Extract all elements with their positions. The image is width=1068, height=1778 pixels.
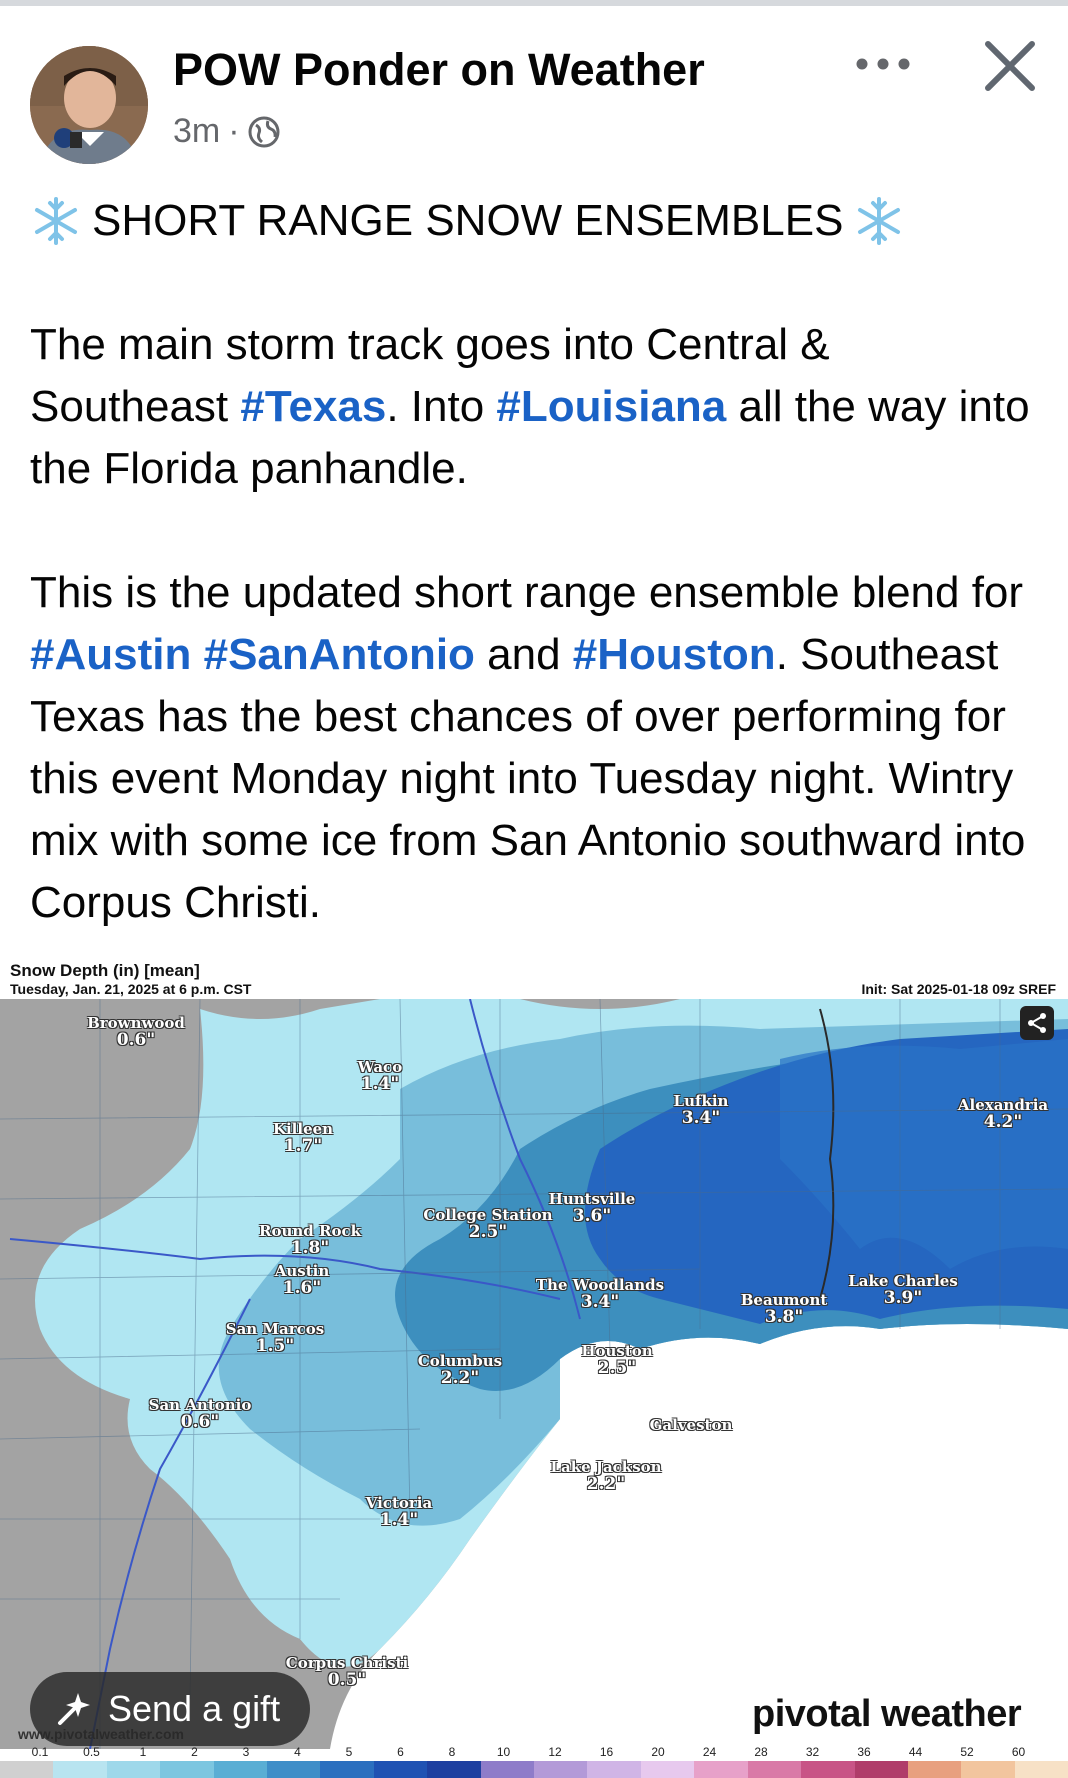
legend-swatch [160,1761,214,1778]
legend-swatch [373,1761,428,1778]
city-label: Houston 2.5" [581,1342,653,1378]
send-gift-label: Send a gift [108,1688,281,1729]
post-paragraph-1: The main storm track goes into Central &… [30,320,1030,493]
legend-swatch [427,1761,481,1778]
legend-tick: 44 [908,1745,923,1759]
legend-tick: 24 [702,1745,717,1759]
city-label: Huntsville 3.6" [548,1190,636,1226]
legend-swatch [907,1761,962,1778]
snowflake-icon [858,197,901,245]
legend-swatch [0,1761,54,1778]
legend-swatch [961,1761,1015,1778]
city-label: The Woodlands 3.4" [535,1276,665,1312]
map-init: Init: Sat 2025-01-18 09z SREF [861,981,1056,997]
close-icon [985,41,1035,91]
gift-sparkle-icon [58,1693,90,1725]
hashtag-texas[interactable]: #Texas [240,382,386,431]
legend-tick: 4 [294,1745,301,1759]
meta-separator: · [228,112,240,150]
legend-tick: 32 [805,1745,820,1759]
city-label: Columbus 2.2" [417,1352,503,1388]
legend-swatch [640,1761,695,1778]
hashtag-houston[interactable]: #Houston [573,630,776,679]
post-body: SHORT RANGE SNOW ENSEMBLES The main stor… [30,190,1040,934]
post-meta: 3m · [173,112,280,151]
city-label: Waco 1.4" [357,1058,403,1094]
share-button[interactable] [1020,1006,1054,1040]
legend-swatch [320,1761,374,1778]
city-label: Killeen 1.7" [272,1120,334,1156]
legend-tick: 60 [1011,1745,1026,1759]
send-gift-button[interactable]: Send a gift [30,1672,310,1746]
legend-tick: 16 [599,1745,614,1759]
legend-tick: 5 [345,1745,353,1759]
legend-tick: 1 [139,1745,147,1759]
city-label: Alexandria 4.2" [957,1096,1049,1132]
post-paragraph-2: This is the updated short range ensemble… [30,568,1026,927]
legend-tick: 3 [242,1745,250,1759]
legend-tick: 12 [548,1745,562,1759]
legend-tick: 0.1 [31,1745,49,1759]
city-label: Brownwood 0.6" [87,1014,185,1050]
legend-tick: 28 [754,1745,768,1759]
more-options-button[interactable] [848,44,918,84]
post-headline: SHORT RANGE SNOW ENSEMBLES [30,190,1040,252]
city-label: Corpus Christi 0.5" [285,1654,409,1690]
hashtag-sanantonio[interactable]: #SanAntonio [204,630,475,679]
city-label: Austin 1.6" [274,1262,330,1298]
pivotal-weather-logo: pivotal weather [752,1693,1022,1735]
legend-swatch [534,1761,588,1778]
city-label: Galveston [649,1416,733,1434]
legend-tick: 20 [651,1745,665,1759]
legend-swatch [213,1761,268,1778]
legend-ticks: 0.1 0.5 1 2 3 4 5 6 8 10 12 16 20 24 28 32 36 44 52 60 [0,1745,1068,1761]
hashtag-austin[interactable]: #Austin [30,630,191,679]
legend-swatch [480,1761,535,1778]
author-avatar[interactable] [30,46,148,164]
close-button[interactable] [982,38,1038,94]
city-label: Victoria 1.4" [365,1494,433,1530]
legend-swatch [801,1761,855,1778]
city-label: San Marcos 1.5" [225,1320,325,1356]
city-label: Round Rock 1.8" [259,1222,361,1258]
globe-icon [248,116,280,147]
legend-swatch [587,1761,641,1778]
top-divider [0,0,1068,6]
legend-tick: 52 [960,1745,974,1759]
post-time[interactable]: 3m [173,112,220,151]
legend-swatch [267,1761,321,1778]
legend-tick: 10 [496,1745,511,1759]
legend-tick: 6 [397,1745,404,1759]
legend-swatch [747,1761,802,1778]
legend-swatch [1014,1761,1068,1778]
hashtag-louisiana[interactable]: #Louisiana [496,382,726,431]
more-icon [856,58,910,70]
legend-swatch [694,1761,748,1778]
legend-tick: 0.5 [83,1745,100,1759]
city-label: Lake Jackson 2.2" [550,1458,662,1494]
legend-swatch [854,1761,908,1778]
city-label: College Station 2.5" [423,1206,553,1242]
legend-tick: 36 [857,1745,871,1759]
snowflake-icon [35,197,77,245]
legend-tick: 8 [448,1745,456,1759]
map-header: Snow Depth (in) [mean] Tuesday, Jan. 21,… [0,955,1068,999]
city-label: Beaumont 3.8" [740,1291,828,1327]
legend-swatch [106,1761,161,1778]
snow-depth-map[interactable]: Snow Depth (in) [mean] Tuesday, Jan. 21,… [0,955,1068,1778]
headline-text: SHORT RANGE SNOW ENSEMBLES [92,196,844,245]
share-icon [1028,1013,1046,1033]
city-label: Lake Charles 3.9" [848,1272,958,1308]
map-graphic [0,999,1068,1749]
legend-swatch [53,1761,107,1778]
city-label: Lufkin 3.4" [673,1092,729,1128]
legend-colors [0,1761,1068,1778]
city-label: San Antonio 0.6" [148,1396,252,1432]
map-subtitle: Tuesday, Jan. 21, 2025 at 6 p.m. CST [10,981,252,997]
author-name[interactable]: POW Ponder on Weather [173,44,705,96]
map-title: Snow Depth (in) [mean] [10,961,200,980]
legend-tick: 2 [191,1745,198,1759]
